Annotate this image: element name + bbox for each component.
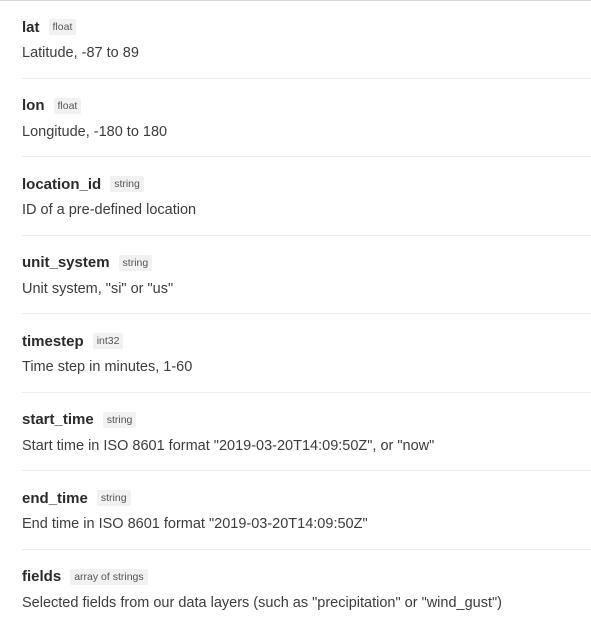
param-end-time: end_time string End time in ISO 8601 for…	[22, 471, 591, 550]
param-type-badge: array of strings	[70, 568, 148, 585]
param-lat: lat float Latitude, -87 to 89	[22, 0, 591, 79]
param-description: Selected fields from our data layers (su…	[22, 594, 502, 611]
param-name: lat	[22, 18, 40, 36]
param-timestep: timestep int32 Time step in minutes, 1-6…	[22, 314, 591, 393]
param-description: Time step in minutes, 1-60	[22, 359, 193, 375]
param-type-badge: float	[53, 97, 82, 114]
param-type-badge: float	[48, 19, 77, 35]
param-description: Unit system, "si" or "us"	[22, 280, 174, 297]
param-name: fields	[22, 568, 62, 585]
param-name: unit_system	[22, 254, 110, 271]
param-type-badge: string	[110, 176, 144, 192]
param-description: Start time in ISO 8601 format "2019-03-2…	[22, 437, 435, 454]
param-description: Longitude, -180 to 180	[22, 123, 168, 140]
param-description: End time in ISO 8601 format "2019-03-20T…	[22, 516, 368, 532]
param-name: location_id	[22, 175, 102, 193]
param-type-badge: int32	[92, 333, 124, 349]
param-description: Latitude, -87 to 89	[22, 45, 139, 61]
param-unit-system: unit_system string Unit system, "si" or …	[22, 236, 591, 314]
param-name: end_time	[22, 489, 88, 507]
param-fields: fields array of strings Selected fields …	[22, 550, 591, 629]
param-type-badge: string	[96, 490, 131, 506]
parameter-list: lat float Latitude, -87 to 89 lon float …	[22, 0, 591, 628]
param-description: ID of a pre-defined location	[22, 202, 197, 218]
param-start-time: start_time string Start time in ISO 8601…	[22, 393, 591, 471]
param-lon: lon float Longitude, -180 to 180	[22, 79, 591, 157]
param-name: lon	[22, 97, 45, 114]
param-name: timestep	[22, 332, 84, 350]
param-name: start_time	[22, 411, 94, 428]
param-type-badge: string	[118, 254, 153, 271]
param-type-badge: string	[102, 411, 137, 428]
param-location-id: location_id string ID of a pre-defined l…	[22, 157, 591, 236]
